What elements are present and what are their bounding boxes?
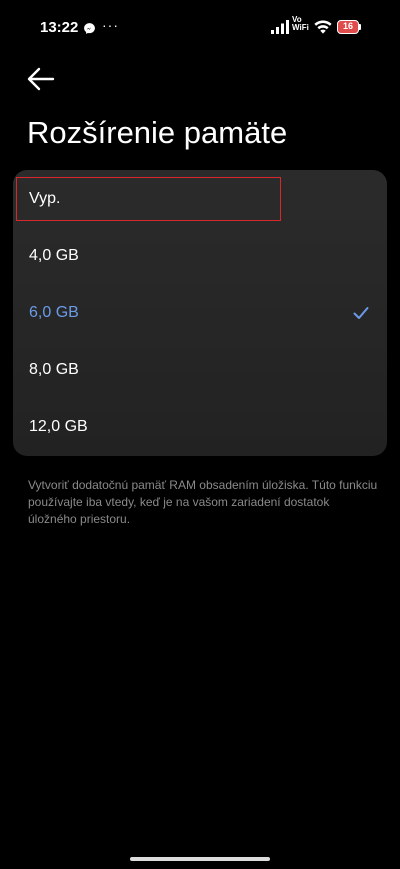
vowifi-icon: Vo WiFi: [292, 16, 309, 32]
option-label: 8,0 GB: [29, 360, 79, 378]
more-notifications-icon: ···: [102, 17, 119, 33]
option-label: 4,0 GB: [29, 246, 79, 264]
option-4gb[interactable]: 4,0 GB: [13, 227, 387, 284]
description-text: Vytvoriť dodatočnú pamäť RAM obsadením ú…: [28, 478, 378, 526]
status-bar: 13:22 ··· Vo WiFi 16: [0, 0, 400, 56]
status-time: 13:22: [40, 19, 79, 36]
messenger-icon: [84, 23, 95, 34]
options-list: Vyp. 4,0 GB 6,0 GB 8,0 GB 12,0 GB: [13, 170, 387, 456]
option-12gb[interactable]: 12,0 GB: [13, 398, 387, 455]
battery-level: 16: [342, 21, 353, 31]
arrow-left-icon: [27, 67, 55, 91]
home-indicator[interactable]: [130, 857, 270, 861]
battery-tip: [359, 24, 361, 30]
wifi-icon: [314, 20, 332, 34]
option-8gb[interactable]: 8,0 GB: [13, 341, 387, 398]
vowifi-bottom: WiFi: [292, 23, 309, 32]
option-6gb[interactable]: 6,0 GB: [13, 284, 387, 341]
highlight-box: [16, 177, 281, 221]
back-button[interactable]: [24, 64, 58, 94]
signal-icon: [271, 20, 289, 34]
battery-icon: 16: [337, 20, 359, 34]
option-off[interactable]: Vyp.: [13, 170, 387, 227]
checkmark-icon: [353, 306, 369, 319]
option-label: 6,0 GB: [29, 303, 79, 321]
page-title: Rozšírenie pamäte: [27, 115, 288, 150]
option-label: 12,0 GB: [29, 417, 88, 435]
